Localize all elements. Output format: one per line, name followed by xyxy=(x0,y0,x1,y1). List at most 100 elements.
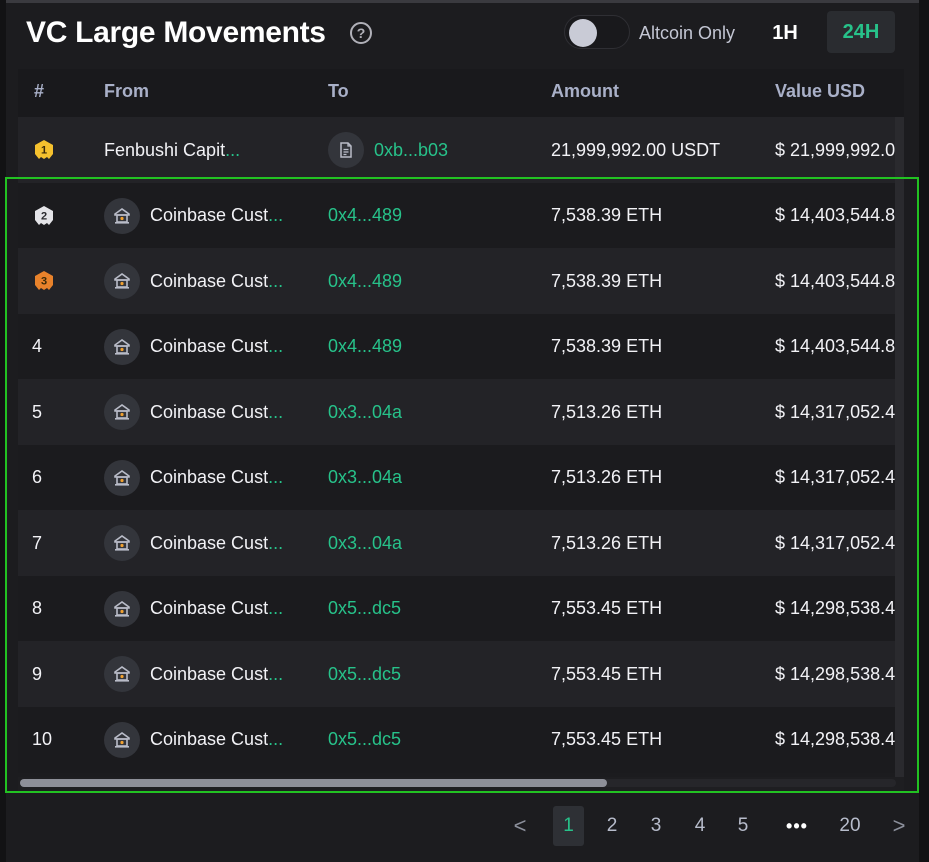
to-address-link[interactable]: 0x5...dc5 xyxy=(328,729,401,750)
to-cell[interactable]: 0x5...dc5 xyxy=(328,707,538,773)
page-2-button[interactable]: 2 xyxy=(599,806,625,846)
to-address-link[interactable]: 0x3...04a xyxy=(328,467,402,488)
amount-cell: 7,513.26 ETH xyxy=(551,532,663,553)
value-usd-cell: $ 21,999,992.0 xyxy=(775,139,896,160)
timeframe-24h-button[interactable]: 24H xyxy=(827,11,895,53)
amount-cell: 7,553.45 ETH xyxy=(551,663,663,684)
to-cell[interactable]: 0xb...b03 xyxy=(328,117,538,183)
page-20-button[interactable]: 20 xyxy=(832,806,868,846)
right-edge xyxy=(919,0,929,862)
altcoin-only-toggle[interactable] xyxy=(564,15,630,49)
table-row[interactable]: 5 Coinbase Cust... 0x3...04a 7,513.26 ETH $ … xyxy=(18,379,904,445)
to-cell[interactable]: 0x4...489 xyxy=(328,183,538,249)
to-cell[interactable]: 0x3...04a xyxy=(328,445,538,511)
to-cell[interactable]: 0x3...04a xyxy=(328,510,538,576)
from-cell[interactable]: Coinbase Cust... xyxy=(104,248,314,314)
silver-medal-icon: 2 xyxy=(35,205,53,225)
rank-cell: 6 xyxy=(32,445,92,511)
value-usd-cell: $ 14,298,538.4 xyxy=(775,598,896,618)
bank-icon xyxy=(104,328,140,365)
amount-cell: 7,538.39 ETH xyxy=(551,270,663,291)
to-cell[interactable]: 0x5...dc5 xyxy=(328,576,538,642)
page-5-button[interactable]: 5 xyxy=(730,806,756,846)
rank-number: 2 xyxy=(41,210,47,222)
to-address-link[interactable]: 0xb...b03 xyxy=(374,140,448,161)
from-cell[interactable]: Coinbase Cust... xyxy=(104,707,314,773)
bank-icon xyxy=(104,459,140,496)
from-entity-name[interactable]: Fenbushi Capit... xyxy=(104,140,240,161)
rank-number: 7 xyxy=(32,532,43,553)
from-entity-name[interactable]: Coinbase Cust... xyxy=(150,664,283,685)
truncation-ellipsis: ... xyxy=(268,532,284,553)
value-usd-cell: $ 14,317,052.4 xyxy=(775,532,896,553)
vc-large-movements-panel: VC Large Movements ? Altcoin Only 1H 24H… xyxy=(6,3,919,862)
from-cell[interactable]: Coinbase Cust... xyxy=(104,183,314,249)
from-entity-name[interactable]: Coinbase Cust... xyxy=(150,205,283,226)
rank-number: 9 xyxy=(32,663,43,684)
from-cell[interactable]: Coinbase Cust... xyxy=(104,576,314,642)
from-entity-name[interactable]: Coinbase Cust... xyxy=(150,402,283,423)
from-cell[interactable]: Coinbase Cust... xyxy=(104,641,314,707)
bank-icon xyxy=(104,197,140,234)
from-entity-name[interactable]: Coinbase Cust... xyxy=(150,467,283,488)
from-cell[interactable]: Fenbushi Capit... xyxy=(104,117,314,183)
page-3-button[interactable]: 3 xyxy=(643,806,669,846)
from-cell[interactable]: Coinbase Cust... xyxy=(104,510,314,576)
table-row[interactable]: 8 Coinbase Cust... 0x5...dc5 7,553.45 ETH $ … xyxy=(18,575,904,642)
page-1-button[interactable]: 1 xyxy=(553,806,584,846)
table-row[interactable]: 10 Coinbase Cust... 0x5...dc5 7,553.45 ETH $… xyxy=(18,706,904,773)
table-row[interactable]: 1 Fenbushi Capit... 0xb...b03 21,999,992.00… xyxy=(18,117,904,183)
from-entity-name[interactable]: Coinbase Cust... xyxy=(150,533,283,554)
toggle-knob xyxy=(569,19,597,47)
from-cell[interactable]: Coinbase Cust... xyxy=(104,379,314,445)
rank-number: 8 xyxy=(32,598,43,618)
rank-cell: 4 xyxy=(32,314,92,380)
to-address-link[interactable]: 0x3...04a xyxy=(328,402,402,423)
rank-cell: 9 xyxy=(32,641,92,707)
to-address-link[interactable]: 0x5...dc5 xyxy=(328,664,401,685)
rank-number: 4 xyxy=(32,336,43,356)
value-usd-cell: $ 14,298,538.4 xyxy=(775,663,896,684)
table-row[interactable]: 3 Coinbase Cust... 0x4...489 7,538.39 ETH $ … xyxy=(18,248,904,314)
amount-cell: 7,553.45 ETH xyxy=(551,598,663,618)
horizontal-scrollbar[interactable] xyxy=(18,777,904,791)
to-address-link[interactable]: 0x4...489 xyxy=(328,205,402,226)
to-address-link[interactable]: 0x4...489 xyxy=(328,336,402,357)
prev-page-button[interactable]: < xyxy=(506,806,534,846)
to-address-link[interactable]: 0x5...dc5 xyxy=(328,598,401,619)
question-circle-icon[interactable]: ? xyxy=(350,22,372,44)
column-header-amount: Amount xyxy=(551,81,619,101)
to-address-link[interactable]: 0x4...489 xyxy=(328,271,402,292)
table-row[interactable]: 9 Coinbase Cust... 0x5...dc5 7,553.45 ETH $ … xyxy=(18,641,904,707)
from-entity-name[interactable]: Coinbase Cust... xyxy=(150,598,283,619)
table-row[interactable]: 4 Coinbase Cust... 0x4...489 7,538.39 ETH $ … xyxy=(18,313,904,380)
table-row[interactable]: 2 Coinbase Cust... 0x4...489 7,538.39 ETH $ … xyxy=(18,182,904,249)
more-pages-ellipsis[interactable]: ••• xyxy=(776,806,818,846)
to-cell[interactable]: 0x4...489 xyxy=(328,248,538,314)
from-entity-name[interactable]: Coinbase Cust... xyxy=(150,271,283,292)
page-4-button[interactable]: 4 xyxy=(687,806,713,846)
rank-number: 1 xyxy=(41,145,47,157)
amount-cell: 21,999,992.00 USDT xyxy=(551,139,721,160)
timeframe-1h-button[interactable]: 1H xyxy=(763,15,807,51)
from-cell[interactable]: Coinbase Cust... xyxy=(104,314,314,380)
to-address-link[interactable]: 0x3...04a xyxy=(328,533,402,554)
from-entity-name[interactable]: Coinbase Cust... xyxy=(150,729,283,750)
truncation-ellipsis: ... xyxy=(268,663,284,684)
from-entity-name[interactable]: Coinbase Cust... xyxy=(150,336,283,357)
value-usd-cell: $ 14,403,544.8 xyxy=(775,336,896,356)
to-cell[interactable]: 0x3...04a xyxy=(328,379,538,445)
from-cell[interactable]: Coinbase Cust... xyxy=(104,445,314,511)
gold-medal-icon: 1 xyxy=(35,140,53,159)
vertical-scrollbar[interactable] xyxy=(895,117,904,779)
next-page-button[interactable]: > xyxy=(885,806,913,846)
table-row[interactable]: 6 Coinbase Cust... 0x3...04a 7,513.26 ETH $ … xyxy=(18,444,904,511)
to-cell[interactable]: 0x4...489 xyxy=(328,314,538,380)
rank-number: 5 xyxy=(32,401,43,422)
table-row[interactable]: 7 Coinbase Cust... 0x3...04a 7,513.26 ETH $ … xyxy=(18,510,904,576)
column-header-value-usd: Value USD xyxy=(775,81,866,101)
scrollbar-thumb[interactable] xyxy=(20,779,607,787)
to-cell[interactable]: 0x5...dc5 xyxy=(328,641,538,707)
amount-cell: 7,513.26 ETH xyxy=(551,401,663,422)
bank-icon xyxy=(104,394,140,430)
